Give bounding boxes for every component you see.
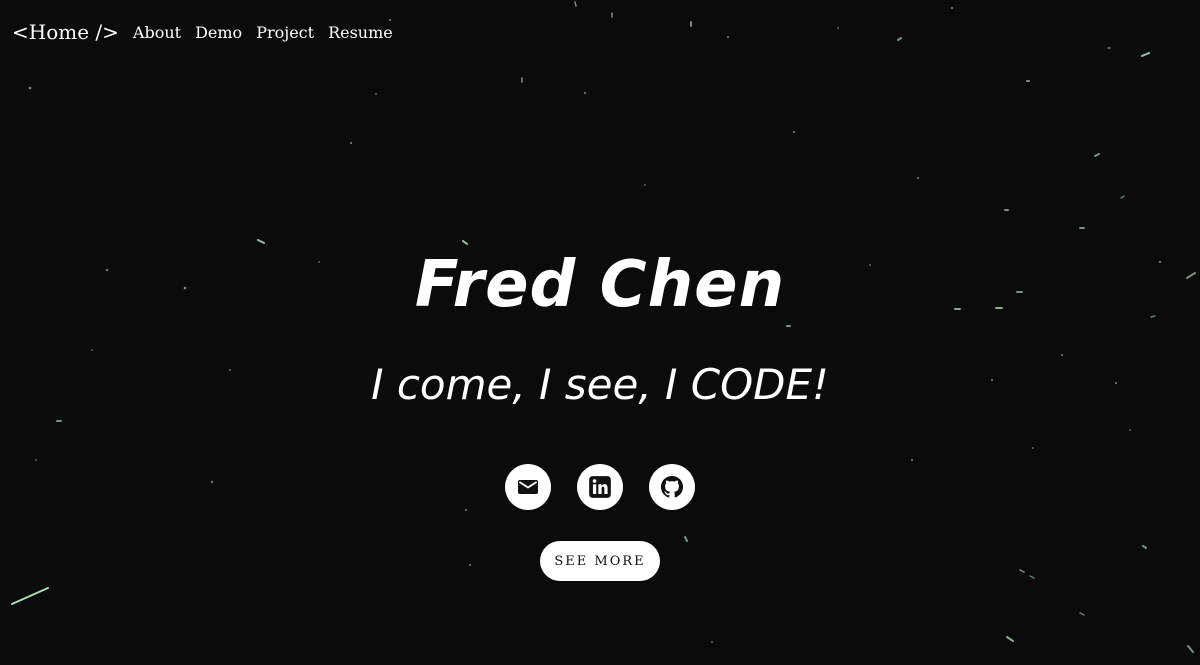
github-icon bbox=[660, 475, 684, 498]
email-icon bbox=[518, 480, 538, 494]
linkedin-button[interactable] bbox=[577, 464, 623, 510]
email-button[interactable] bbox=[505, 464, 551, 510]
hero-name: Fred Chen bbox=[414, 248, 786, 322]
see-more-button[interactable]: SEE MORE bbox=[540, 541, 660, 581]
github-button[interactable] bbox=[649, 464, 695, 510]
hero-section: Fred Chen I come, I see, I CODE! SEE MOR… bbox=[0, 0, 1200, 665]
linkedin-icon bbox=[589, 476, 611, 498]
hero-tagline: I come, I see, I CODE! bbox=[371, 360, 829, 409]
social-links bbox=[0, 464, 1200, 510]
